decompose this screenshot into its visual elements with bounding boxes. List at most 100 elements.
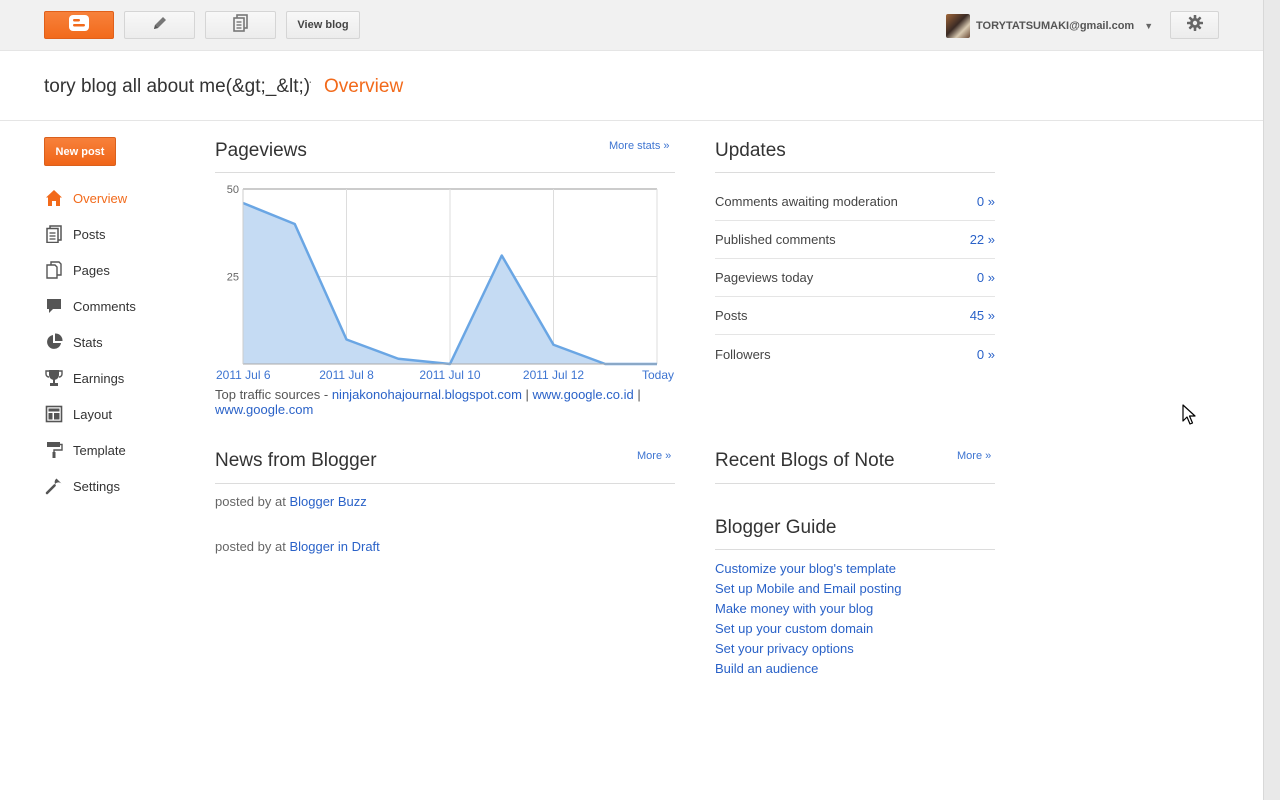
paint-roller-icon bbox=[44, 440, 64, 460]
sidebar-item-earnings[interactable]: Earnings bbox=[44, 360, 136, 396]
news-item: posted by at Blogger in Draft bbox=[215, 539, 380, 554]
recent-blogs-more-link[interactable]: More » bbox=[957, 450, 991, 462]
traffic-source-link[interactable]: ninjakonohajournal.blogspot.com bbox=[332, 387, 522, 402]
view-blog-button[interactable]: View blog bbox=[286, 11, 360, 39]
guide-link[interactable]: Customize your blog's template bbox=[715, 560, 901, 580]
traffic-separator: | bbox=[525, 387, 529, 402]
update-label: Followers bbox=[715, 346, 771, 362]
chart-y-tick-label: 25 bbox=[227, 272, 239, 284]
sidebar-item-label: Overview bbox=[73, 190, 128, 206]
sidebar-item-pages[interactable]: Pages bbox=[44, 252, 136, 288]
news-item: posted by at Blogger Buzz bbox=[215, 494, 367, 509]
traffic-separator: | bbox=[637, 387, 641, 402]
sidebar-item-template[interactable]: Template bbox=[44, 432, 136, 468]
new-post-button[interactable]: New post bbox=[44, 137, 116, 166]
blogger-logo-button[interactable] bbox=[44, 11, 114, 39]
pageviews-chart: 50 25 2011 Jul 6 2011 Jul 8 2011 Jul 10 2011 … bbox=[215, 180, 685, 385]
sidebar-item-label: Stats bbox=[73, 334, 103, 350]
update-label: Pageviews today bbox=[715, 270, 814, 285]
sidebar-nav: Overview Posts Pages Comments Stats Earn… bbox=[44, 180, 136, 504]
news-heading: News from Blogger bbox=[215, 450, 377, 471]
chart-x-tick-label: 2011 Jul 10 bbox=[419, 368, 480, 382]
guide-divider bbox=[715, 549, 995, 550]
blog-header: tory blog all about me(&gt;_&lt;) · Over… bbox=[0, 51, 1263, 121]
update-count-link[interactable]: 0 » bbox=[977, 270, 995, 285]
blogger-logo-icon bbox=[68, 14, 90, 37]
pages-icon bbox=[44, 260, 64, 280]
chevron-down-icon: ▼ bbox=[1144, 21, 1154, 31]
update-count-link[interactable]: 0 » bbox=[977, 347, 995, 362]
pencil-icon bbox=[150, 14, 170, 37]
news-source-link[interactable]: Blogger Buzz bbox=[289, 494, 366, 509]
news-more-link[interactable]: More » bbox=[637, 450, 671, 462]
news-byline: posted by at bbox=[215, 494, 286, 509]
posts-list-icon bbox=[232, 13, 250, 37]
new-post-toolbar-button[interactable] bbox=[124, 11, 195, 39]
sidebar-item-label: Pages bbox=[73, 262, 110, 278]
page-title: Overview bbox=[324, 76, 404, 97]
posts-icon bbox=[44, 224, 64, 244]
guide-link[interactable]: Set up your custom domain bbox=[715, 620, 901, 640]
sidebar-item-label: Layout bbox=[73, 406, 113, 422]
sidebar-item-overview[interactable]: Overview bbox=[44, 180, 136, 216]
update-row-comments-moderation: Comments awaiting moderation 0 » bbox=[715, 183, 995, 221]
pageviews-heading: Pageviews bbox=[215, 140, 307, 161]
chart-x-tick-label: 2011 Jul 12 bbox=[523, 368, 584, 382]
traffic-sources: Top traffic sources - ninjakonohajournal… bbox=[215, 387, 655, 417]
chart-x-tick-label: 2011 Jul 8 bbox=[319, 368, 374, 382]
traffic-source-link[interactable]: www.google.co.id bbox=[533, 387, 634, 402]
update-label: Published comments bbox=[715, 232, 836, 247]
guide-links: Customize your blog's template Set up Mo… bbox=[715, 560, 901, 680]
sidebar-item-label: Posts bbox=[73, 226, 106, 242]
recent-blogs-divider bbox=[715, 483, 995, 484]
home-icon bbox=[44, 188, 64, 208]
recent-blogs-heading: Recent Blogs of Note bbox=[715, 450, 895, 471]
sidebar-item-label: Template bbox=[73, 442, 126, 458]
mouse-cursor-icon bbox=[1182, 404, 1196, 431]
guide-link[interactable]: Set your privacy options bbox=[715, 640, 901, 660]
settings-button[interactable] bbox=[1170, 11, 1219, 39]
sidebar-item-label: Comments bbox=[73, 298, 136, 314]
sidebar-item-settings[interactable]: Settings bbox=[44, 468, 136, 504]
page-scrollbar[interactable] bbox=[1263, 0, 1280, 800]
trophy-icon bbox=[44, 368, 64, 388]
posts-list-button[interactable] bbox=[205, 11, 276, 39]
sidebar-item-comments[interactable]: Comments bbox=[44, 288, 136, 324]
account-email: TORYTATSUMAKI@gmail.com bbox=[976, 20, 1135, 32]
update-count-link[interactable]: 0 » bbox=[977, 194, 995, 209]
update-row-pageviews-today: Pageviews today 0 » bbox=[715, 259, 995, 297]
update-row-posts: Posts 45 » bbox=[715, 297, 995, 335]
updates-heading: Updates bbox=[715, 140, 786, 161]
guide-heading: Blogger Guide bbox=[715, 517, 837, 538]
wrench-icon bbox=[44, 476, 64, 496]
update-count-link[interactable]: 22 » bbox=[970, 232, 995, 247]
chart-y-tick-label: 50 bbox=[227, 184, 239, 196]
chart-x-tick-label: Today bbox=[642, 368, 674, 382]
guide-link[interactable]: Set up Mobile and Email posting bbox=[715, 580, 901, 600]
account-menu[interactable]: TORYTATSUMAKI@gmail.com ▼ bbox=[946, 14, 1153, 38]
sidebar-item-layout[interactable]: Layout bbox=[44, 396, 136, 432]
updates-divider bbox=[715, 172, 995, 173]
update-label: Comments awaiting moderation bbox=[715, 194, 898, 209]
layout-icon bbox=[44, 404, 64, 424]
sidebar-item-posts[interactable]: Posts bbox=[44, 216, 136, 252]
gear-icon bbox=[1186, 14, 1204, 37]
news-byline: posted by at bbox=[215, 539, 286, 554]
news-source-link[interactable]: Blogger in Draft bbox=[289, 539, 379, 554]
avatar bbox=[946, 14, 970, 38]
pageviews-divider bbox=[215, 172, 675, 173]
traffic-sources-label: Top traffic sources - bbox=[215, 387, 329, 402]
traffic-source-link[interactable]: www.google.com bbox=[215, 402, 313, 417]
chart-x-tick-label: 2011 Jul 6 bbox=[216, 368, 271, 382]
news-divider bbox=[215, 483, 675, 484]
guide-link[interactable]: Make money with your blog bbox=[715, 600, 901, 620]
sidebar-item-label: Earnings bbox=[73, 370, 125, 386]
update-count-link[interactable]: 45 » bbox=[970, 308, 995, 323]
sidebar-item-label: Settings bbox=[73, 478, 120, 494]
blog-title[interactable]: tory blog all about me(&gt;_&lt;) bbox=[44, 76, 310, 98]
more-stats-link[interactable]: More stats » bbox=[609, 140, 670, 152]
comment-icon bbox=[44, 296, 64, 316]
sidebar-item-stats[interactable]: Stats bbox=[44, 324, 136, 360]
guide-link[interactable]: Build an audience bbox=[715, 660, 901, 680]
breadcrumb-separator: · bbox=[308, 73, 313, 89]
